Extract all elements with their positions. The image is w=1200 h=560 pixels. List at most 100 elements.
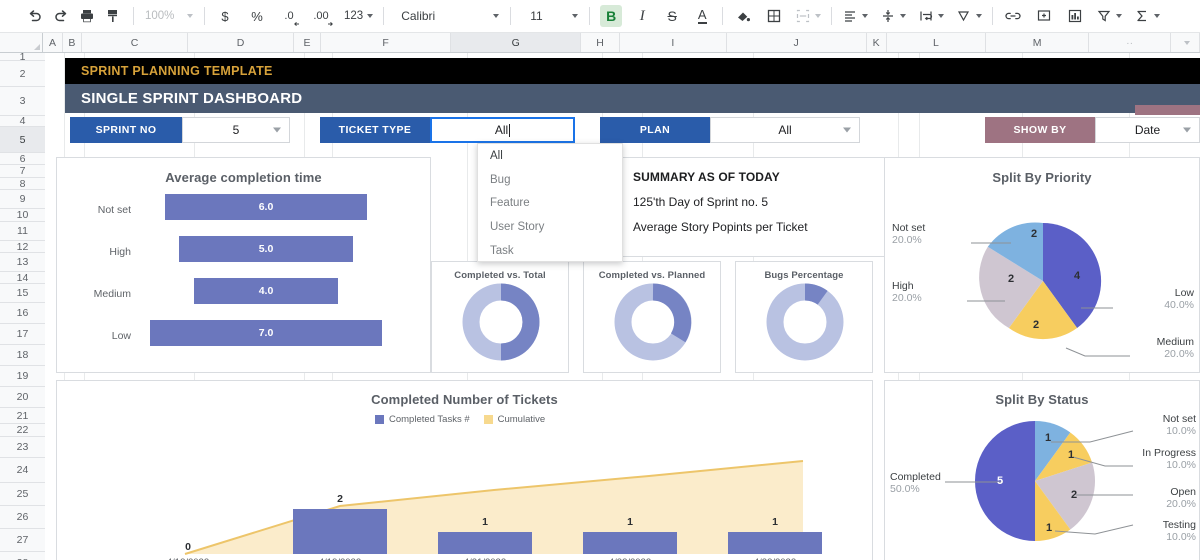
column-header-C[interactable]: C <box>81 33 188 52</box>
dropdown-option-user-story[interactable]: User Story <box>478 215 622 239</box>
row-header-12[interactable]: 12 <box>0 241 45 253</box>
row-header-22[interactable]: 22 <box>0 424 45 437</box>
vertical-align-icon[interactable] <box>877 3 909 29</box>
font-family-selector[interactable]: Calibri <box>391 3 503 29</box>
row-header-14[interactable]: 14 <box>0 272 45 284</box>
row-header-6[interactable]: 6 <box>0 153 45 165</box>
more-formats-button[interactable]: 123 <box>341 3 376 29</box>
column-header-D[interactable]: D <box>188 33 295 52</box>
dropdown-option-task[interactable]: Task <box>478 239 622 263</box>
link-icon[interactable] <box>1000 3 1026 29</box>
row-header-2[interactable]: 2 <box>0 61 45 87</box>
dropdown-option-feature[interactable]: Feature <box>478 192 622 216</box>
currency-format-button[interactable]: $ <box>212 3 238 29</box>
sprint-no-dropdown[interactable]: 5 <box>182 117 290 143</box>
percent-format-button[interactable]: % <box>244 3 270 29</box>
horizontal-align-icon[interactable] <box>839 3 871 29</box>
column-header-row: A B C D E F G H I J K L M ·· <box>0 33 1200 53</box>
font-size-selector[interactable]: 11 <box>518 3 582 29</box>
paint-format-icon[interactable] <box>100 3 126 29</box>
redo-icon[interactable] <box>48 3 74 29</box>
row-header-1[interactable]: 1 <box>0 53 45 61</box>
chart-completed-vs-total[interactable]: Completed vs. Total <box>431 261 569 373</box>
row-header-7[interactable]: 7 <box>0 165 45 178</box>
italic-button[interactable]: I <box>629 3 655 29</box>
chart-completed-vs-planned[interactable]: Completed vs. Planned <box>583 261 721 373</box>
plan-dropdown[interactable]: All <box>710 117 860 143</box>
row-header-11[interactable]: 11 <box>0 222 45 241</box>
ticket-type-value: All <box>494 123 509 137</box>
row-header-13[interactable]: 13 <box>0 253 45 272</box>
row-header-5[interactable]: 5 <box>0 127 45 153</box>
print-icon[interactable] <box>74 3 100 29</box>
chart-completed-number-of-tickets[interactable]: Completed Number of Tickets Completed Ta… <box>56 380 873 560</box>
column-header-A[interactable]: A <box>43 33 63 52</box>
dropdown-option-all[interactable]: All <box>478 144 622 168</box>
row-header-24[interactable]: 24 <box>0 458 45 483</box>
row-header-20[interactable]: 20 <box>0 387 45 408</box>
ticket-type-dropdown[interactable]: All <box>430 117 575 143</box>
chart-icon[interactable] <box>1062 3 1088 29</box>
dropdown-option-bug[interactable]: Bug <box>478 168 622 192</box>
sigma-icon[interactable] <box>1131 3 1163 29</box>
select-all-corner[interactable] <box>0 33 44 52</box>
ticket-type-dropdown-menu[interactable]: All Bug Feature User Story Task <box>477 143 623 262</box>
column-header-M[interactable]: M <box>986 33 1090 52</box>
column-header-extra[interactable]: ·· <box>1089 33 1172 52</box>
row-header-15[interactable]: 15 <box>0 284 45 303</box>
fill-color-icon[interactable] <box>730 3 756 29</box>
filter-icon[interactable] <box>1093 3 1125 29</box>
row-header-19[interactable]: 19 <box>0 366 45 387</box>
bar-label-1: 2 <box>337 493 343 505</box>
text-rotation-icon[interactable] <box>953 3 985 29</box>
column-header-H[interactable]: H <box>581 33 620 52</box>
legend-label-completed-tasks: Completed Tasks # <box>389 414 470 425</box>
row-header-25[interactable]: 25 <box>0 483 45 506</box>
chart-title: Completed vs. Planned <box>598 270 706 281</box>
column-header-E[interactable]: E <box>294 33 322 52</box>
undo-icon[interactable] <box>22 3 48 29</box>
text-wrap-icon[interactable] <box>915 3 947 29</box>
column-header-scroll[interactable] <box>1171 33 1200 52</box>
show-by-value: Date <box>1134 123 1161 137</box>
row-header-23[interactable]: 23 <box>0 437 45 458</box>
row-header-17[interactable]: 17 <box>0 324 45 345</box>
row-header-16[interactable]: 16 <box>0 303 45 324</box>
column-header-L[interactable]: L <box>886 33 987 52</box>
increase-decimal-button[interactable]: .00 <box>308 3 334 29</box>
comment-icon[interactable] <box>1031 3 1057 29</box>
bar-label-4: 1 <box>772 516 778 528</box>
row-header-10[interactable]: 10 <box>0 209 45 222</box>
row-header-28[interactable]: 28 <box>0 552 45 560</box>
row-header-9[interactable]: 9 <box>0 190 45 209</box>
borders-icon[interactable] <box>761 3 787 29</box>
row-header-18[interactable]: 18 <box>0 345 45 366</box>
column-header-I[interactable]: I <box>619 33 727 52</box>
row-header-3[interactable]: 3 <box>0 87 45 116</box>
row-header-21[interactable]: 21 <box>0 408 45 424</box>
show-by-dropdown[interactable]: Date <box>1095 117 1200 143</box>
row-header-27[interactable]: 27 <box>0 529 45 552</box>
show-by-filter: SHOW BY Date <box>985 117 1200 143</box>
column-header-K[interactable]: K <box>866 33 887 52</box>
column-header-F[interactable]: F <box>321 33 452 52</box>
chart-average-completion-time[interactable]: Average completion time Not set 6.0 High… <box>56 157 431 373</box>
chart-bugs-percentage[interactable]: Bugs Percentage <box>735 261 873 373</box>
chevron-down-icon <box>1184 40 1191 45</box>
row-header-4[interactable]: 4 <box>0 116 45 127</box>
text-color-button[interactable]: A <box>689 3 715 29</box>
merge-cells-icon[interactable] <box>792 3 824 29</box>
bold-button[interactable]: B <box>597 3 625 29</box>
plan-filter: PLAN All <box>600 117 860 143</box>
column-header-B[interactable]: B <box>62 33 82 52</box>
strikethrough-button[interactable]: S <box>659 3 685 29</box>
row-header-26[interactable]: 26 <box>0 506 45 529</box>
column-header-G[interactable]: G <box>451 33 582 52</box>
text-color-label: A <box>697 7 707 24</box>
chart-split-by-priority[interactable]: Split By Priority 4 2 2 2 Low 40.0% Medi… <box>884 157 1200 373</box>
row-header-8[interactable]: 8 <box>0 178 45 190</box>
column-header-J[interactable]: J <box>726 33 867 52</box>
chart-split-by-status[interactable]: Split By Status 1 1 2 1 5 Not set 10.0% … <box>884 380 1200 560</box>
decrease-decimal-button[interactable]: .0 <box>276 3 302 29</box>
zoom-selector[interactable]: 100% <box>141 3 197 29</box>
